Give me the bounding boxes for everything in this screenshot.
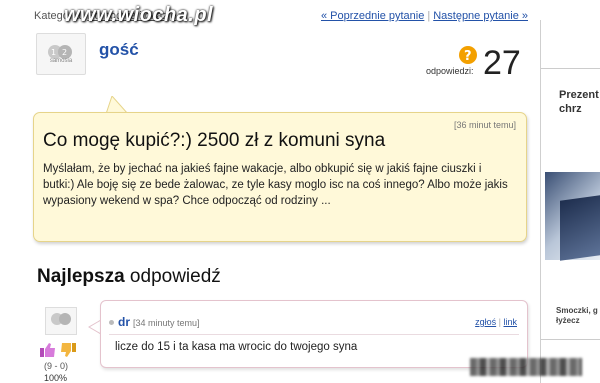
question-nav: « Poprzednie pytanie | Następne pytanie » <box>320 10 528 22</box>
avatar-logo-text: samosia <box>49 58 73 64</box>
thumb-up-icon[interactable] <box>40 343 55 357</box>
svg-text:1: 1 <box>51 48 56 57</box>
best-answer-heading-rest: odpowiedź <box>124 266 221 287</box>
vote-percent: 100% <box>44 373 68 383</box>
thumb-down-icon[interactable] <box>61 343 76 357</box>
question-mark-icon: ? <box>459 46 477 64</box>
answers-label: odpowiedzi: <box>426 66 474 76</box>
answer-actions: zgłoś | link <box>475 317 517 327</box>
best-answer-heading-bold: Najlepsza <box>37 266 125 287</box>
answer-time: [34 minuty temu] <box>133 318 200 328</box>
vote-thumbs <box>40 343 76 357</box>
answers-count: 27 <box>483 44 521 82</box>
bullet-icon <box>109 320 114 326</box>
permalink[interactable]: link <box>503 317 517 327</box>
avatar-logo-icon <box>51 313 71 325</box>
report-link[interactable]: zgłoś <box>475 317 496 327</box>
question-body: Myślałam, że by jechać na jakieś fajne w… <box>43 163 508 207</box>
best-answer-heading: Najlepsza odpowiedź <box>37 266 221 288</box>
svg-text:2: 2 <box>62 48 67 57</box>
blurred-watermark <box>470 358 582 376</box>
answer-header: dr [34 minuty temu] <box>109 315 200 329</box>
prev-question-link[interactable]: « Poprzednie pytanie <box>321 10 424 22</box>
answer-author[interactable]: dr <box>118 315 130 329</box>
answer-avatar[interactable] <box>45 307 77 335</box>
watermark: www.wiocha.pl <box>64 4 214 26</box>
answer-box: dr [34 minuty temu] zgłoś | link licze do… <box>100 300 528 368</box>
question-title: Co mogę kupić?:) 2500 zł z komuni syna <box>43 130 386 151</box>
answer-text: licze do 15 i ta kasa ma wrocic do twoje… <box>115 341 358 353</box>
question-time: [36 minut temu] <box>453 120 516 130</box>
ad-product-image <box>560 195 600 261</box>
svg-text:?: ? <box>464 49 472 64</box>
asker-name[interactable]: gość <box>99 40 139 60</box>
avatar[interactable]: 1 2 samosia <box>36 33 86 75</box>
divider <box>109 334 519 335</box>
ad-caption[interactable]: Smoczki, g łyżecz <box>556 306 600 326</box>
vote-count: (9 - 0) <box>44 361 69 371</box>
next-question-link[interactable]: Następne pytanie » <box>433 10 528 22</box>
ad-title[interactable]: Prezent chrz <box>559 88 600 116</box>
question-box: [36 minut temu] Co mogę kupić?:) 2500 zł… <box>33 112 527 242</box>
